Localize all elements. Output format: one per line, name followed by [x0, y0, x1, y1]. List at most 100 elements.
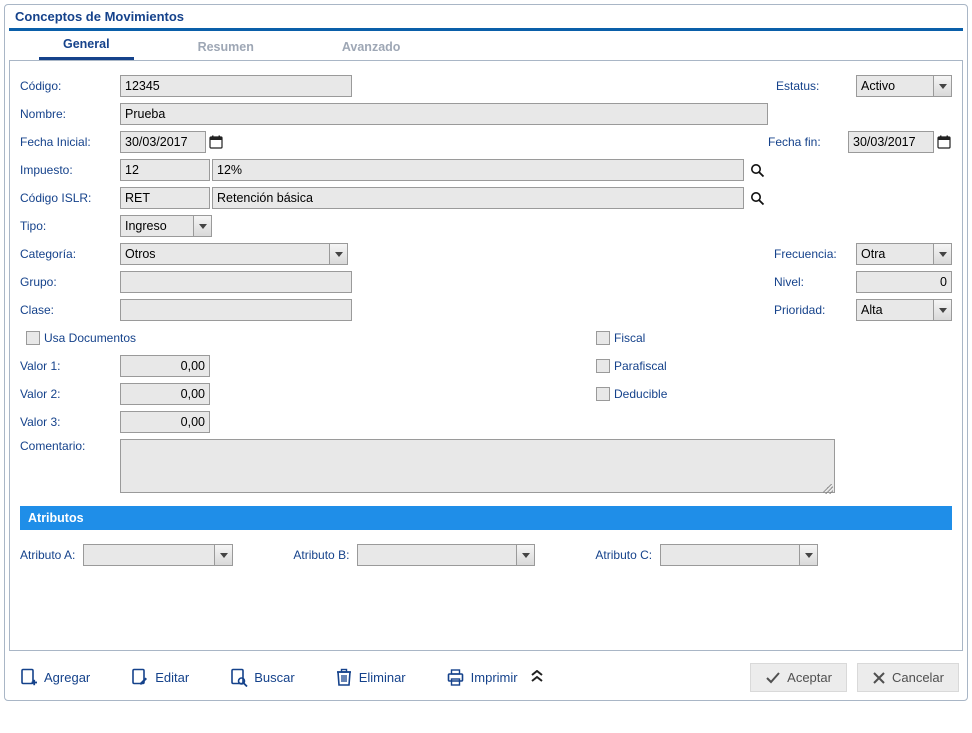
editar-label: Editar — [155, 670, 189, 685]
chevron-down-icon[interactable] — [517, 544, 535, 566]
label-usa-documentos: Usa Documentos — [44, 331, 136, 345]
eliminar-label: Eliminar — [359, 670, 406, 685]
atributo-b-value[interactable] — [357, 544, 517, 566]
comentario-textarea[interactable] — [120, 439, 835, 493]
eliminar-button[interactable]: Eliminar — [329, 664, 412, 691]
window-title: Conceptos de Movimientos — [15, 9, 184, 24]
imprimir-button[interactable]: Imprimir — [440, 664, 550, 691]
chevron-down-icon[interactable] — [934, 243, 952, 265]
window-title-bar: Conceptos de Movimientos — [9, 5, 963, 31]
label-fecha-inicial: Fecha Inicial: — [20, 135, 120, 149]
atributos-header: Atributos — [20, 506, 952, 530]
atributo-c-value[interactable] — [660, 544, 800, 566]
add-document-icon — [19, 668, 38, 687]
atributo-c-select[interactable] — [660, 544, 818, 566]
close-icon — [872, 671, 886, 685]
tab-avanzado[interactable]: Avanzado — [318, 34, 425, 60]
agregar-label: Agregar — [44, 670, 90, 685]
grupo-input[interactable] — [120, 271, 352, 293]
search-document-icon — [229, 668, 248, 687]
chevron-down-icon[interactable] — [800, 544, 818, 566]
islr-code-input[interactable] — [120, 187, 210, 209]
frecuencia-select[interactable] — [856, 243, 952, 265]
label-atributo-a: Atributo A: — [20, 548, 75, 562]
label-prioridad: Prioridad: — [774, 303, 856, 317]
label-codigo-islr: Código ISLR: — [20, 191, 120, 205]
label-valor1: Valor 1: — [20, 359, 120, 373]
atributos-row: Atributo A: Atributo B: Atributo C: — [20, 544, 952, 566]
chevron-up-double-icon — [530, 670, 544, 685]
categoria-select[interactable] — [120, 243, 348, 265]
atributo-a-select[interactable] — [83, 544, 233, 566]
label-parafiscal: Parafiscal — [614, 359, 667, 373]
categoria-value[interactable] — [120, 243, 330, 265]
label-estatus: Estatus: — [776, 79, 856, 93]
fecha-fin-input[interactable] — [848, 131, 934, 153]
tab-container: General Resumen Avanzado Código: Estatus… — [9, 33, 963, 651]
islr-desc-input[interactable] — [212, 187, 744, 209]
chevron-down-icon[interactable] — [330, 243, 348, 265]
valor3-input[interactable] — [120, 411, 210, 433]
atributo-b-select[interactable] — [357, 544, 535, 566]
window-frame: Conceptos de Movimientos General Resumen… — [4, 4, 968, 701]
chevron-down-icon[interactable] — [934, 299, 952, 321]
chevron-down-icon[interactable] — [215, 544, 233, 566]
prioridad-value[interactable] — [856, 299, 934, 321]
label-nombre: Nombre: — [20, 107, 120, 121]
estatus-select[interactable] — [856, 75, 952, 97]
chevron-down-icon[interactable] — [194, 215, 212, 237]
parafiscal-checkbox[interactable] — [596, 359, 610, 373]
editar-button[interactable]: Editar — [124, 664, 195, 691]
agregar-button[interactable]: Agregar — [13, 664, 96, 691]
label-comentario: Comentario: — [20, 439, 120, 453]
tab-general[interactable]: General — [39, 31, 134, 60]
atributo-a-value[interactable] — [83, 544, 215, 566]
toolbar: Agregar Editar Buscar Eliminar Imprimir — [9, 651, 963, 696]
label-clase: Clase: — [20, 303, 120, 317]
calendar-icon[interactable] — [208, 134, 224, 150]
fiscal-checkbox[interactable] — [596, 331, 610, 345]
tipo-select[interactable] — [120, 215, 212, 237]
aceptar-button[interactable]: Aceptar — [750, 663, 847, 692]
estatus-value[interactable] — [856, 75, 934, 97]
label-deducible: Deducible — [614, 387, 667, 401]
label-valor2: Valor 2: — [20, 387, 120, 401]
cancelar-button[interactable]: Cancelar — [857, 663, 959, 692]
tab-body-general: Código: Estatus: Nombre: Fecha Inicial: — [9, 61, 963, 651]
label-fiscal: Fiscal — [614, 331, 645, 345]
nivel-input[interactable] — [856, 271, 952, 293]
frecuencia-value[interactable] — [856, 243, 934, 265]
label-tipo: Tipo: — [20, 219, 120, 233]
tabstrip: General Resumen Avanzado — [9, 33, 963, 61]
label-valor3: Valor 3: — [20, 415, 120, 429]
tipo-value[interactable] — [120, 215, 194, 237]
label-impuesto: Impuesto: — [20, 163, 120, 177]
impuesto-code-input[interactable] — [120, 159, 210, 181]
check-icon — [765, 671, 781, 685]
cancelar-label: Cancelar — [892, 670, 944, 685]
chevron-down-icon[interactable] — [934, 75, 952, 97]
label-categoria: Categoría: — [20, 247, 120, 261]
calendar-icon[interactable] — [936, 134, 952, 150]
nombre-input[interactable] — [120, 103, 768, 125]
label-nivel: Nivel: — [774, 275, 856, 289]
deducible-checkbox[interactable] — [596, 387, 610, 401]
printer-icon — [446, 668, 465, 687]
clase-input[interactable] — [120, 299, 352, 321]
label-codigo: Código: — [20, 79, 120, 93]
label-atributo-c: Atributo C: — [595, 548, 652, 562]
valor2-input[interactable] — [120, 383, 210, 405]
fecha-inicial-input[interactable] — [120, 131, 206, 153]
tab-resumen[interactable]: Resumen — [174, 34, 278, 60]
prioridad-select[interactable] — [856, 299, 952, 321]
usa-documentos-checkbox[interactable] — [26, 331, 40, 345]
label-atributo-b: Atributo B: — [293, 548, 349, 562]
buscar-label: Buscar — [254, 670, 294, 685]
codigo-input[interactable] — [120, 75, 352, 97]
search-icon[interactable] — [748, 161, 766, 179]
search-icon[interactable] — [748, 189, 766, 207]
valor1-input[interactable] — [120, 355, 210, 377]
trash-icon — [335, 668, 353, 687]
impuesto-desc-input[interactable] — [212, 159, 744, 181]
buscar-button[interactable]: Buscar — [223, 664, 300, 691]
